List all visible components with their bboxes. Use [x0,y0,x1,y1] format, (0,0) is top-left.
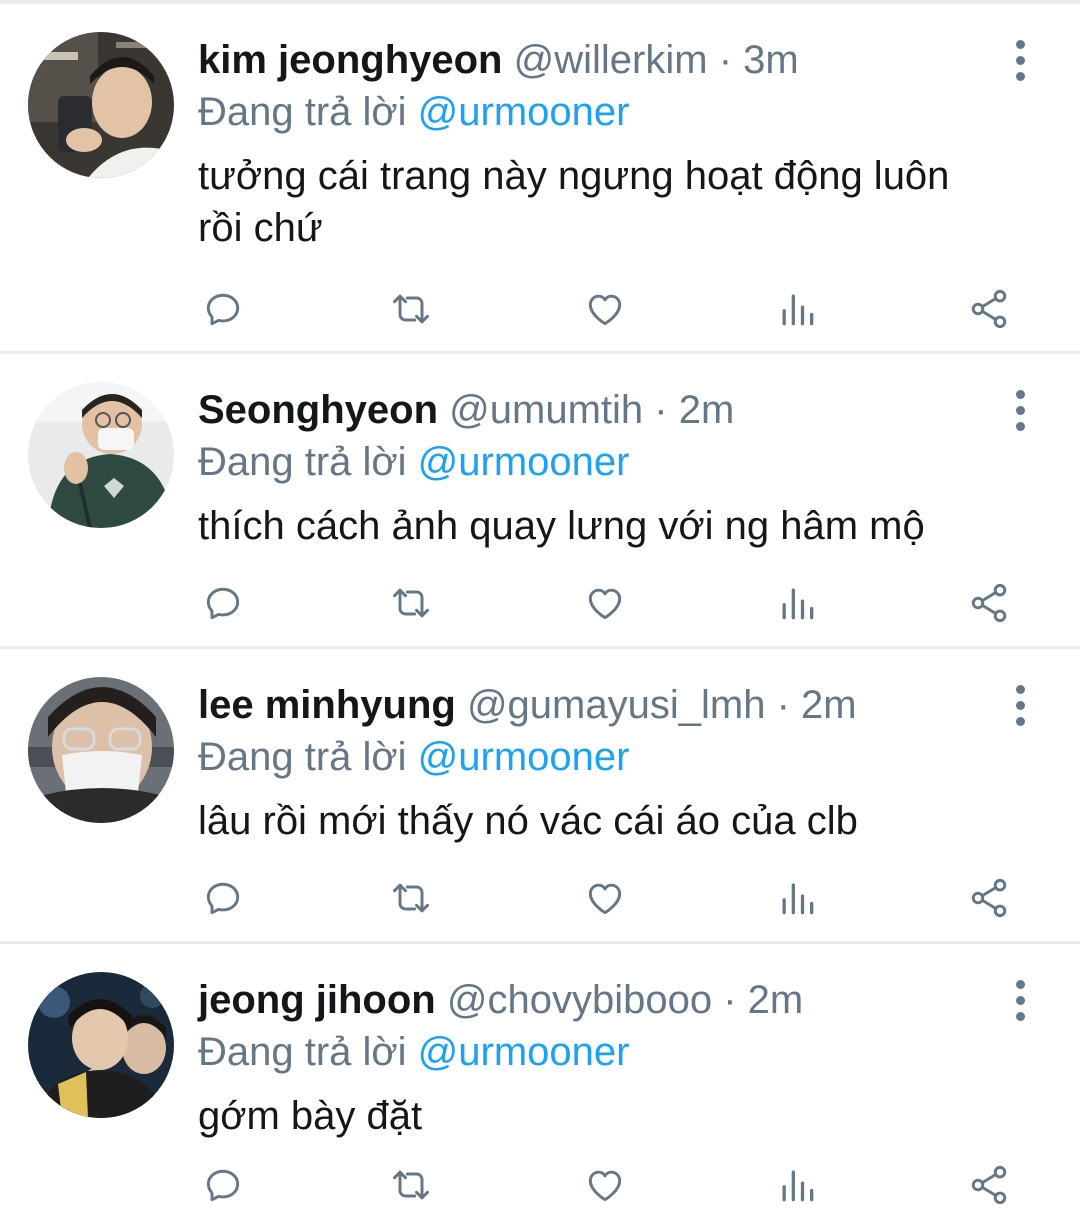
reply-icon [206,1169,240,1202]
tweet[interactable]: Seonghyeon @umumtih · 2m Đang trả lời @u… [0,354,1080,649]
tweet-text: lâu rồi mới thấy nó vác cái áo của clb [198,795,1038,847]
avatar[interactable] [28,972,174,1118]
share-icon [971,583,1007,623]
reply-button[interactable] [198,873,248,923]
tweet-header: kim jeonghyeon @willerkim · 3m [198,34,799,86]
retweet-button[interactable] [386,284,436,334]
stats-icon [782,1170,814,1202]
share-button[interactable] [964,578,1014,628]
retweet-button[interactable] [386,873,436,923]
like-icon [588,883,622,915]
replying-to: Đang trả lời @urmooner [198,1026,629,1078]
reply-icon [206,293,240,326]
replying-to-link[interactable]: @urmooner [418,1030,630,1074]
share-icon [971,1165,1007,1205]
separator-dot: · [776,683,790,727]
replying-to: Đang trả lời @urmooner [198,86,629,138]
tweet-text: thích cách ảnh quay lưng với ng hâm mộ [198,500,1038,552]
replying-to: Đang trả lời @urmooner [198,436,629,488]
tweet-actions [198,1160,1038,1210]
separator-dot: · [718,38,733,82]
retweet-icon [393,883,429,913]
tweet[interactable]: kim jeonghyeon @willerkim · 3m Đang trả … [0,4,1080,354]
display-name[interactable]: lee minhyung [198,683,456,727]
replying-to-link[interactable]: @urmooner [418,440,630,484]
retweet-icon [393,588,429,618]
replying-to-label: Đang trả lời [198,1030,407,1074]
more-options-icon[interactable] [998,38,1042,82]
stats-icon [782,294,814,326]
more-options-icon[interactable] [998,978,1042,1022]
tweet-text-line: gớm bày đặt [198,1094,423,1138]
like-button[interactable] [580,578,630,628]
tweet[interactable]: lee minhyung @gumayusi_lmh · 2m Đang trả… [0,649,1080,944]
replying-to-link[interactable]: @urmooner [418,90,630,134]
like-button[interactable] [580,1160,630,1210]
tweet-actions [198,873,1038,923]
timestamp[interactable]: 2m [748,978,804,1022]
tweet-header: lee minhyung @gumayusi_lmh · 2m [198,679,857,731]
user-handle[interactable]: @umumtih [449,388,643,432]
share-button[interactable] [964,873,1014,923]
stats-button[interactable] [772,284,822,334]
tweet-header: jeong jihoon @chovybibooo · 2m [198,974,803,1026]
user-handle[interactable]: @chovybibooo [447,978,712,1022]
separator-dot: · [654,388,668,432]
reply-icon [206,587,240,620]
reply-button[interactable] [198,1160,248,1210]
retweet-button[interactable] [386,578,436,628]
timestamp[interactable]: 2m [679,388,735,432]
display-name[interactable]: kim jeonghyeon [198,38,503,82]
tweet-text: tưởng cái trang này ngưng hoạt động luôn… [198,150,1038,254]
replying-to-label: Đang trả lời [198,90,407,134]
stats-icon [782,883,814,915]
like-icon [588,294,622,326]
like-icon [588,1170,622,1202]
tweet-actions [198,284,1038,334]
reply-feed: kim jeonghyeon @willerkim · 3m Đang trả … [0,4,1080,1224]
retweet-icon [393,294,429,324]
share-button[interactable] [964,1160,1014,1210]
tweet-text-line: lâu rồi mới thấy nó vác cái áo của clb [198,799,858,843]
user-handle[interactable]: @willerkim [514,38,708,82]
retweet-icon [393,1170,429,1200]
tweet-text-line: thích cách ảnh quay lưng với ng hâm mộ [198,504,925,548]
reply-button[interactable] [198,578,248,628]
replying-to: Đang trả lời @urmooner [198,731,629,783]
replying-to-label: Đang trả lời [198,440,407,484]
avatar[interactable] [28,32,174,178]
timestamp[interactable]: 3m [743,38,799,82]
share-button[interactable] [964,284,1014,334]
replying-to-link[interactable]: @urmooner [418,735,630,779]
stats-button[interactable] [772,578,822,628]
share-icon [971,289,1007,329]
share-icon [971,878,1007,918]
like-icon [588,588,622,620]
timestamp[interactable]: 2m [801,683,857,727]
display-name[interactable]: Seonghyeon [198,388,438,432]
stats-button[interactable] [772,1160,822,1210]
user-handle[interactable]: @gumayusi_lmh [467,683,766,727]
like-button[interactable] [580,284,630,334]
like-button[interactable] [580,873,630,923]
more-options-icon[interactable] [998,683,1042,727]
stats-button[interactable] [772,873,822,923]
separator-dot: · [723,978,737,1022]
reply-button[interactable] [198,284,248,334]
avatar[interactable] [28,677,174,823]
stats-icon [782,588,814,620]
tweet[interactable]: jeong jihoon @chovybibooo · 2m Đang trả … [0,944,1080,1224]
tweet-text-line: tưởng cái trang này ngưng hoạt động luôn [198,154,950,198]
tweet-header: Seonghyeon @umumtih · 2m [198,384,734,436]
tweet-text: gớm bày đặt [198,1090,1038,1142]
reply-icon [206,882,240,915]
replying-to-label: Đang trả lời [198,735,407,779]
retweet-button[interactable] [386,1160,436,1210]
display-name[interactable]: jeong jihoon [198,978,436,1022]
avatar[interactable] [28,382,174,528]
more-options-icon[interactable] [998,388,1042,432]
tweet-actions [198,578,1038,628]
tweet-text-line: rồi chứ [198,206,323,250]
